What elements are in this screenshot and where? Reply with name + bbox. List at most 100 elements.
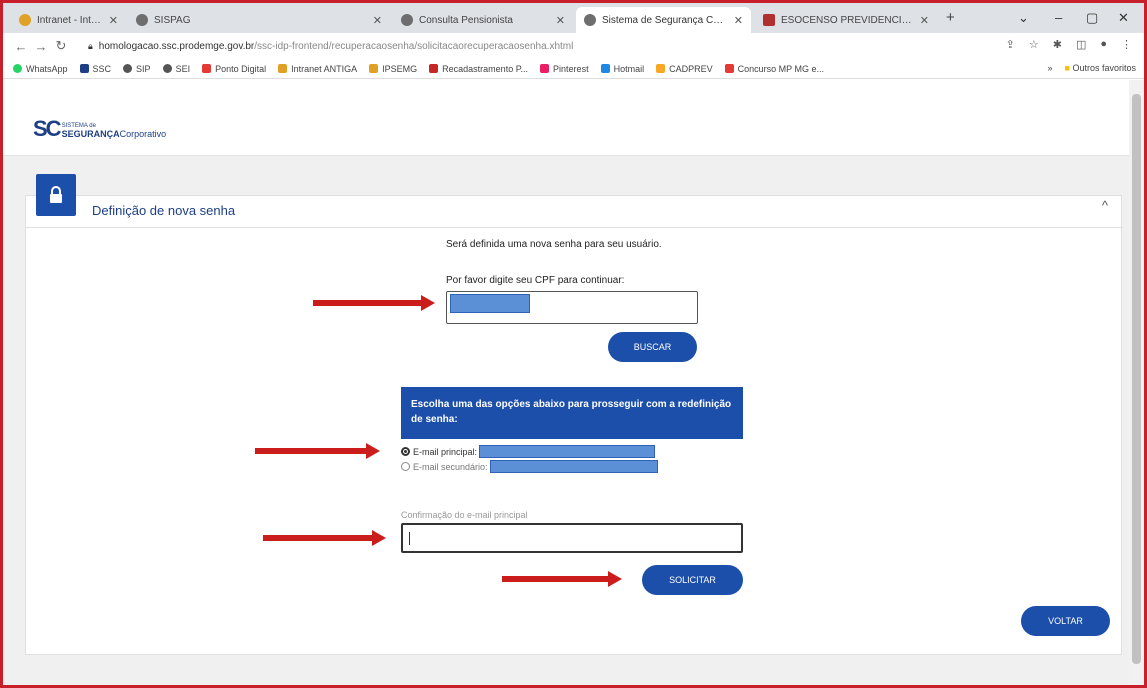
bookmark-item[interactable]: Ponto Digital (202, 64, 266, 74)
bookmark-item[interactable]: SEI (162, 63, 191, 74)
pinterest-icon (540, 64, 550, 73)
maximize-icon[interactable]: ▢ (1086, 10, 1098, 26)
google-icon (202, 64, 212, 73)
bookmark-item[interactable]: WhatsApp (13, 64, 68, 74)
globe-icon (136, 14, 148, 26)
voltar-button[interactable]: VOLTAR (1021, 606, 1110, 636)
close-tab-icon[interactable]: ✕ (556, 14, 565, 27)
star-icon[interactable]: ☆ (1029, 38, 1039, 51)
browser-tab-ssc[interactable]: Sistema de Segurança Corpora ✕ (576, 7, 751, 33)
close-tab-icon[interactable]: ✕ (920, 14, 929, 27)
logo-bold-text: SEGURANÇA (61, 129, 120, 139)
back-icon[interactable]: ← (11, 39, 31, 54)
divider (26, 227, 1123, 228)
reload-icon[interactable]: ↻ (51, 38, 71, 54)
bookmark-item[interactable]: SIP (123, 64, 151, 74)
other-bookmarks-label: Outros favoritos (1072, 63, 1136, 73)
sidepanel-icon[interactable]: ◫ (1076, 38, 1086, 51)
bookmark-item[interactable]: Hotmail (600, 63, 645, 74)
close-tab-icon[interactable]: ✕ (373, 14, 382, 27)
redacted-email (479, 445, 656, 458)
url-field[interactable]: 🔒︎ homologacao.ssc.prodemge.gov.br /ssc-… (88, 37, 968, 55)
browser-tab-sispag[interactable]: SISPAG ✕ (128, 7, 390, 33)
browser-tab-esocenso[interactable]: ESOCENSO PREVIDENCIARIO ✕ (755, 7, 937, 33)
close-tab-icon[interactable]: ✕ (109, 14, 118, 27)
radio-selected[interactable] (401, 447, 410, 456)
bookmark-label: Intranet ANTIGA (291, 63, 358, 74)
bookmark-item[interactable]: SSC (79, 63, 112, 74)
minimize-icon[interactable]: – (1055, 10, 1062, 25)
menu-icon[interactable]: ⋮ (1121, 38, 1132, 51)
lock-icon (36, 174, 76, 216)
tab-search-icon[interactable]: ⌄ (1018, 10, 1029, 26)
bookmark-label: SSC (92, 63, 112, 74)
other-bookmarks[interactable]: ■ Outros favoritos (1065, 63, 1136, 73)
cpf-input[interactable] (446, 291, 698, 324)
ssc-logo: SC SISTEMA de SEGURANÇACorporativo (33, 118, 166, 140)
triangle-icon (429, 64, 439, 73)
intranet-icon (278, 64, 288, 73)
concurso-icon (724, 64, 734, 73)
bookmark-label: Ponto Digital (215, 63, 267, 74)
logo-mark: SC (33, 116, 62, 141)
bookmark-label: SEI (175, 63, 191, 74)
ssc-icon (79, 64, 89, 73)
annotation-arrow (255, 443, 380, 459)
forward-icon[interactable]: → (31, 39, 51, 54)
bookmark-item[interactable]: Recadastramento P... (429, 64, 528, 74)
chevron-up-icon[interactable]: ^ (1102, 198, 1108, 213)
url-host: homologacao.ssc.prodemge.gov.br (98, 40, 255, 52)
esocenso-favicon-icon (763, 14, 775, 26)
browser-tab-consulta[interactable]: Consulta Pensionista ✕ (393, 7, 573, 33)
redacted-cpf (450, 294, 530, 313)
scrollbar-thumb[interactable] (1132, 94, 1141, 664)
globe-icon (162, 64, 172, 73)
bookmark-item[interactable]: IPSEMG (369, 64, 417, 74)
confirm-email-input[interactable] (401, 523, 743, 553)
tab-label: Consulta Pensionista (419, 14, 513, 26)
bookmark-label: WhatsApp (26, 63, 68, 74)
tab-label: Sistema de Segurança Corpora (602, 14, 728, 26)
bookmark-label: Recadastramento P... (442, 63, 529, 74)
close-tab-icon[interactable]: ✕ (734, 14, 743, 27)
tab-label: Intranet - Intranet - Banda dkn (37, 14, 103, 26)
bookmark-item[interactable]: Pinterest (540, 64, 589, 74)
option-primary-label: E-mail principal: (413, 446, 478, 457)
more-bookmarks-icon[interactable]: » (1048, 63, 1053, 73)
options-header: Escolha uma das opções abaixo para pross… (401, 387, 743, 439)
globe-icon (401, 14, 413, 26)
url-path: /ssc-idp-frontend/recuperacaosenha/solic… (254, 40, 574, 52)
globe-icon (584, 14, 596, 26)
share-icon[interactable]: ⇪ (1006, 38, 1015, 51)
annotation-arrow (502, 571, 622, 587)
bookmark-label: Hotmail (613, 63, 645, 74)
close-window-icon[interactable]: ✕ (1118, 10, 1129, 26)
bookmark-label: SIP (136, 63, 151, 74)
logo-regular-text: Corporativo (119, 129, 167, 139)
extensions-icon[interactable]: ✱ (1053, 38, 1062, 51)
folder-icon: ■ (1064, 63, 1070, 73)
radio-unselected[interactable] (401, 462, 410, 471)
profile-avatar-icon[interactable]: ● (1100, 38, 1107, 51)
bookmark-item[interactable]: Intranet ANTIGA (278, 64, 357, 74)
scrollbar[interactable] (1129, 80, 1144, 685)
bookmark-label: Pinterest (553, 63, 589, 74)
intranet-favicon-icon (19, 14, 31, 26)
site-header: SC SISTEMA de SEGURANÇACorporativo (3, 80, 1129, 156)
option-primary-email[interactable]: E-mail principal: (401, 445, 656, 458)
cpf-prompt: Por favor digite seu CPF para continuar: (446, 275, 625, 286)
browser-tab-intranet[interactable]: Intranet - Intranet - Banda dkn ✕ (11, 7, 126, 33)
card-title: Definição de nova senha (92, 203, 236, 218)
bookmark-item[interactable]: Concurso MP MG e... (724, 64, 824, 74)
new-tab-button[interactable]: + (946, 9, 955, 26)
ipsemg-icon (369, 64, 379, 73)
option-secondary-email[interactable]: E-mail secundário: (401, 460, 658, 473)
confirm-email-label: Confirmação do e-mail principal (401, 510, 528, 520)
bookmark-item[interactable]: CADPREV (656, 64, 713, 74)
buscar-button[interactable]: BUSCAR (608, 332, 697, 362)
address-bar-row: ← → ↻ 🔒︎ homologacao.ssc.prodemge.gov.br… (3, 33, 1144, 59)
lock-icon: 🔒︎ (88, 40, 93, 51)
solicitar-button[interactable]: SOLICITAR (642, 565, 743, 595)
hotmail-icon (600, 64, 610, 73)
option-secondary-label: E-mail secundário: (413, 461, 488, 472)
